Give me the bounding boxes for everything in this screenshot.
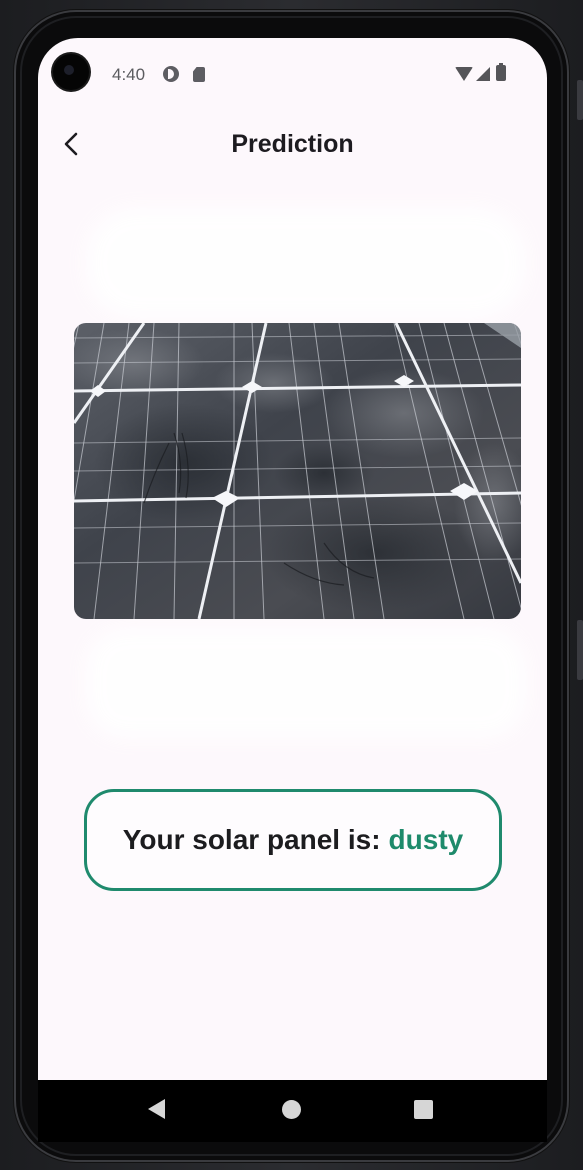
recents-square-icon[interactable] <box>414 1100 433 1119</box>
background-glow <box>86 208 526 318</box>
front-camera <box>53 54 89 90</box>
wifi-icon <box>455 67 473 81</box>
home-circle-icon[interactable] <box>282 1100 301 1119</box>
background-glow <box>86 628 526 738</box>
solar-panel-image <box>74 323 521 619</box>
cell-signal-icon <box>476 67 490 81</box>
back-triangle-icon[interactable] <box>148 1099 165 1119</box>
result-label: Your solar panel is: <box>122 824 381 855</box>
data-saver-icon <box>163 66 179 82</box>
battery-icon <box>496 63 506 81</box>
app-bar: Prediction <box>38 120 547 170</box>
prediction-result-card: Your solar panel is: dusty <box>84 789 502 891</box>
status-time: 4:40 <box>112 65 146 84</box>
emulator-side-button <box>577 620 583 680</box>
result-value: dusty <box>388 824 464 855</box>
status-indicators <box>455 63 515 84</box>
solar-panel-photo <box>74 323 521 619</box>
page-title: Prediction <box>231 130 354 158</box>
phone-screen: 4:40 Prediction Your solar panel is: dus… <box>38 38 547 1080</box>
system-navigation-bar <box>38 1080 547 1142</box>
emulator-side-button <box>577 80 583 120</box>
emulator-stage: 4:40 Prediction Your solar panel is: dus… <box>0 0 583 1170</box>
sim-card-icon <box>193 67 205 82</box>
